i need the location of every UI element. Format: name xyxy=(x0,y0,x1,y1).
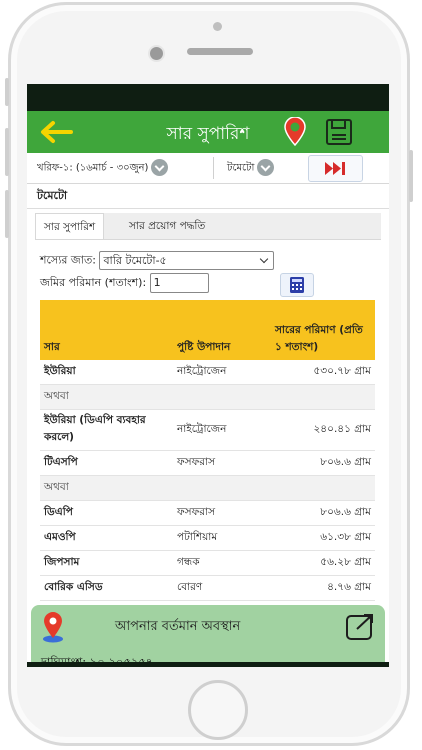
crop-value: টমেটো xyxy=(227,162,255,174)
variety-select[interactable]: বারি টমেটো-৫ xyxy=(99,251,275,270)
tab-bar: সার সুপারিশ সার প্রয়োগ পদ্ধতি xyxy=(35,213,381,240)
calculate-button[interactable] xyxy=(280,273,314,297)
status-bar xyxy=(27,84,389,111)
fertilizer-amount: ৪.৭৬ গ্রাম xyxy=(271,575,375,601)
fertilizer-name: ইউরিয়া (ডিএপি ব্যবহার করলে) xyxy=(40,409,173,451)
fertilizer-name: ডিএপি xyxy=(40,500,173,526)
or-label: অথবা xyxy=(40,475,375,501)
nutrient-name: নাইট্রোজেন xyxy=(173,360,271,385)
fertilizer-amount: ৫৬.২৮ গ্রাম xyxy=(271,550,375,576)
save-icon[interactable] xyxy=(325,118,353,146)
season-selector[interactable]: খরিফ-১: (১৬মার্চ - ৩০জুন) xyxy=(37,159,169,178)
nutrient-name: পটাশিয়াম xyxy=(173,525,271,551)
fertilizer-amount: ৮০৬.৬ গ্রাম xyxy=(271,500,375,526)
nutrient-name: নাইট্রোজেন xyxy=(173,409,271,451)
power-button xyxy=(409,150,413,202)
table-row: বোরিক এসিড বোরণ ৪.৭৬ গ্রাম xyxy=(40,575,375,601)
location-pin-icon[interactable] xyxy=(282,117,308,147)
table-row: টিএসপি ফসফরাস ৮০৬.৬ গ্রাম xyxy=(40,450,375,476)
area-label: জমির পরিমান (শতাংশ): xyxy=(40,276,147,289)
filter-bar: খরিফ-১: (১৬মার্চ - ৩০জুন) টমেটো xyxy=(27,153,389,184)
crop-heading: টমেটো xyxy=(27,184,389,209)
fertilizer-table: সার পুষ্টি উপাদান সারের পরিমাণ (প্রতি ১ … xyxy=(40,300,375,601)
table-row: এমওপি পটাশিয়াম ৬১.৩৮ গ্রাম xyxy=(40,525,375,551)
fast-forward-icon xyxy=(325,162,345,175)
chevron-down-icon xyxy=(257,159,275,176)
chevron-down-icon xyxy=(151,159,169,176)
table-row: ইউরিয়া (ডিএপি ব্যবহার করলে) নাইট্রোজেন … xyxy=(40,409,375,451)
tab-application-method[interactable]: সার প্রয়োগ পদ্ধতি xyxy=(121,213,213,239)
fertilizer-amount: ৮০৬.৬ গ্রাম xyxy=(271,450,375,476)
current-location-text: আপনার বর্তমান অবস্থান xyxy=(115,619,241,634)
header-fertilizer: সার xyxy=(40,300,173,360)
fertilizer-name: টিএসপি xyxy=(40,450,173,476)
table-row-or: অথবা xyxy=(40,475,375,501)
nutrient-name: গন্ধক xyxy=(173,550,271,576)
open-external-icon[interactable] xyxy=(345,613,375,641)
header-amount: সারের পরিমাণ (প্রতি ১ শতাংশ) xyxy=(271,300,375,360)
nutrient-name: ফসফরাস xyxy=(173,500,271,526)
fertilizer-amount: ২৪০.৪১ গ্রাম xyxy=(271,409,375,451)
volume-down-button xyxy=(5,190,9,238)
area-input[interactable]: 1 xyxy=(149,273,209,293)
map-pin-icon xyxy=(43,612,63,643)
fertilizer-amount: ৫৩০.৭৮ গ্রাম xyxy=(271,360,375,385)
home-button[interactable] xyxy=(188,680,248,740)
variety-label: শস্যের জাত: xyxy=(40,253,96,267)
table-header-row: সার পুষ্টি উপাদান সারের পরিমাণ (প্রতি ১ … xyxy=(40,300,375,360)
fertilizer-name: জিপসাম xyxy=(40,550,173,576)
calculator-icon xyxy=(290,277,304,293)
app-bar: সার সুপারিশ xyxy=(27,111,389,153)
next-button[interactable] xyxy=(308,155,363,182)
earpiece-speaker xyxy=(187,48,253,55)
fertilizer-name: বোরিক এসিড xyxy=(40,575,173,601)
divider xyxy=(213,157,214,179)
front-camera xyxy=(148,45,165,62)
table-row: ইউরিয়া নাইট্রোজেন ৫৩০.৭৮ গ্রাম xyxy=(40,360,375,385)
mute-switch xyxy=(5,78,9,106)
table-row: জিপসাম গন্ধক ৫৬.২৮ গ্রাম xyxy=(40,550,375,576)
header-nutrient: পুষ্টি উপাদান xyxy=(173,300,271,360)
fertilizer-amount: ৬১.৩৮ গ্রাম xyxy=(271,525,375,551)
tab-fertilizer-recommendation[interactable]: সার সুপারিশ xyxy=(35,213,105,239)
or-label: অথবা xyxy=(40,384,375,410)
sensor-dot xyxy=(213,22,222,31)
bottom-bar xyxy=(27,662,389,667)
crop-selector[interactable]: টমেটো xyxy=(227,159,275,178)
area-row: জমির পরিমান (শতাংশ): 1 xyxy=(40,273,209,293)
table-row-or: অথবা xyxy=(40,384,375,410)
variety-row: শস্যের জাত: বারি টমেটো-৫ xyxy=(40,251,275,271)
nutrient-name: বোরণ xyxy=(173,575,271,601)
fertilizer-name: ইউরিয়া xyxy=(40,360,173,385)
app-screen: সার সুপারিশ খরিফ-১: (১৬মার্চ - ৩০জুন) টম… xyxy=(27,84,389,667)
season-value: খরিফ-১: (১৬মার্চ - ৩০জুন) xyxy=(37,162,149,174)
current-location-panel[interactable]: আপনার বর্তমান অবস্থান দাঘিমাংশ: ৯০.২০৫২৫… xyxy=(31,605,385,667)
volume-up-button xyxy=(5,128,9,176)
table-row: ডিএপি ফসফরাস ৮০৬.৬ গ্রাম xyxy=(40,500,375,526)
nutrient-name: ফসফরাস xyxy=(173,450,271,476)
fertilizer-name: এমওপি xyxy=(40,525,173,551)
